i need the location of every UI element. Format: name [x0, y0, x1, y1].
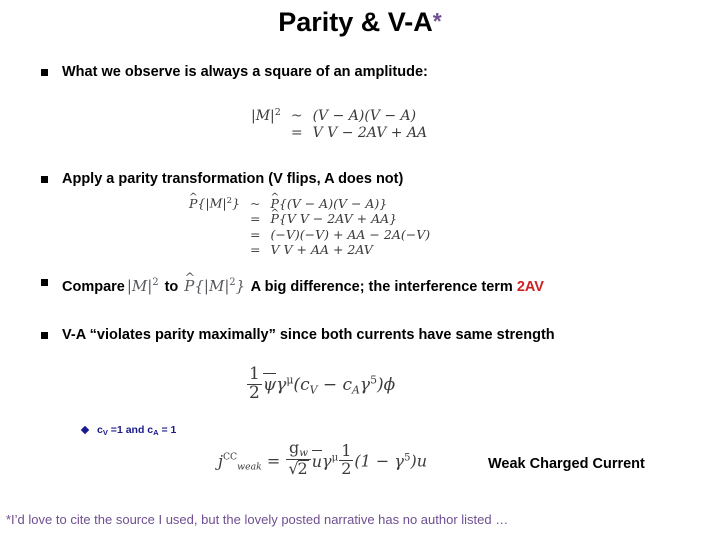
gamma-symbol: γ	[322, 451, 332, 471]
page-title-text: Parity & V-A	[278, 7, 433, 37]
compare-text-before: Compare	[62, 278, 125, 295]
gamma-five-symbol: γ	[359, 375, 371, 396]
equation-rhs: ^ P{(V − A)(V − A)}	[270, 190, 388, 211]
interference-term-highlight: 2AV	[516, 278, 544, 295]
equation-relation: =	[266, 451, 281, 471]
diamond-bullet-icon	[80, 425, 90, 435]
fraction-one-half: 12	[247, 364, 262, 403]
compare-text-after: A big difference; the interference term	[250, 278, 513, 295]
equation-lhs: |M|2	[251, 107, 281, 125]
phi-symbol: ϕ	[383, 375, 396, 396]
equation-rhs: V V − 2AV + AA	[312, 125, 428, 142]
title-footnote-asterisk: *	[432, 8, 442, 34]
bullet-item-compare: Compare |M|2 to ^ P{|M|2} A big difference…	[41, 270, 701, 297]
square-bullet-icon	[41, 69, 48, 76]
equation-lhs-empty	[186, 242, 243, 258]
equation-rhs: V V + AA + 2AV	[270, 242, 373, 258]
square-bullet-icon	[41, 279, 48, 286]
equation-parity-applied: ^ P{|M|2} ~ ^ P{(V − A)(V − A)} = ^ P{V V −…	[186, 190, 433, 258]
bullet-item-label: What we observe is always a square of an…	[62, 64, 428, 80]
sub-bullet-label: cV =1 and cA = 1	[97, 424, 177, 437]
spinor-u: u	[416, 451, 428, 471]
bullet-item-label: V-A “violates parity maximally” since bo…	[62, 327, 555, 343]
equation-lhs-empty	[186, 211, 243, 227]
bullet-item-label: Compare |M|2 to ^ P{|M|2} A big difference…	[62, 270, 701, 297]
equation-lhs-empty	[186, 227, 243, 243]
bullet-item-violates-parity: V-A “violates parity maximally” since bo…	[41, 326, 661, 345]
fraction-gw-over-root2: gw √2	[286, 439, 311, 478]
equation-rhs: ^ P{V V − 2AV + AA}	[270, 205, 398, 227]
equation-rhs: (−V)(−V) + AA − 2A(−V)	[270, 226, 431, 242]
weak-charged-current-label: Weak Charged Current	[488, 456, 645, 472]
compare-text-middle: to	[164, 278, 179, 295]
equation-row: = V V + AA + 2AV	[186, 242, 433, 258]
coefficient-cv: c	[300, 375, 310, 396]
sub-bullet-item-coefficients: cV =1 and cA = 1	[80, 423, 177, 440]
equation-row: = (−V)(−V) + AA − 2A(−V)	[186, 227, 433, 243]
equation-amplitude-squared: |M|2 ~ (V − A)(V − A) = V V − 2AV + AA	[248, 104, 430, 142]
square-bullet-icon	[41, 332, 48, 339]
equation-relation: =	[249, 226, 261, 242]
page-title: Parity & V-A*	[0, 5, 720, 40]
fraction-one-half: 12	[339, 441, 354, 478]
equation-row: |M|2 ~ (V − A)(V − A)	[248, 104, 430, 125]
bullet-item-observe: What we observe is always a square of an…	[41, 63, 641, 82]
square-bullet-icon	[41, 176, 48, 183]
equation-row: = ^ P{V V − 2AV + AA}	[186, 205, 433, 227]
bullet-item-parity-transformation: Apply a parity transformation (V flips, …	[41, 170, 641, 189]
equation-relation: ~	[249, 195, 261, 211]
inline-math-parity-m-squared: ^ P{|M|2}	[184, 270, 246, 295]
equation-rhs: (V − A)(V − A)	[312, 108, 417, 125]
equation-relation: =	[290, 125, 303, 142]
equation-row: = V V − 2AV + AA	[248, 125, 430, 142]
equation-relation: ~	[290, 108, 303, 125]
equation-row: ^ P{|M|2} ~ ^ P{(V − A)(V − A)}	[186, 190, 433, 211]
inline-math-m-squared: |M|2	[126, 276, 159, 295]
equation-lhs: ^ P{|M|2}	[188, 190, 240, 211]
coefficient-ca: c	[342, 375, 353, 396]
equation-weak-charged-current: jCCweak = gw √2 uγμ 1 2 (1 − γ5)u	[218, 438, 428, 478]
equation-vector-axial-current: 1 2 ψγμ(cV − cAγ5)ϕ	[247, 364, 396, 403]
psi-bar: ψ	[262, 373, 277, 395]
bullet-item-label: Apply a parity transformation (V flips, …	[62, 171, 404, 187]
gamma-five-symbol: γ	[394, 451, 404, 471]
equation-relation: =	[249, 211, 261, 227]
footnote-text: *I’d love to cite the source I used, but…	[6, 512, 509, 527]
equation-lhs-empty	[248, 125, 284, 142]
gamma-symbol: γ	[276, 375, 287, 396]
equation-relation: =	[249, 242, 261, 258]
u-bar: u	[311, 449, 323, 471]
